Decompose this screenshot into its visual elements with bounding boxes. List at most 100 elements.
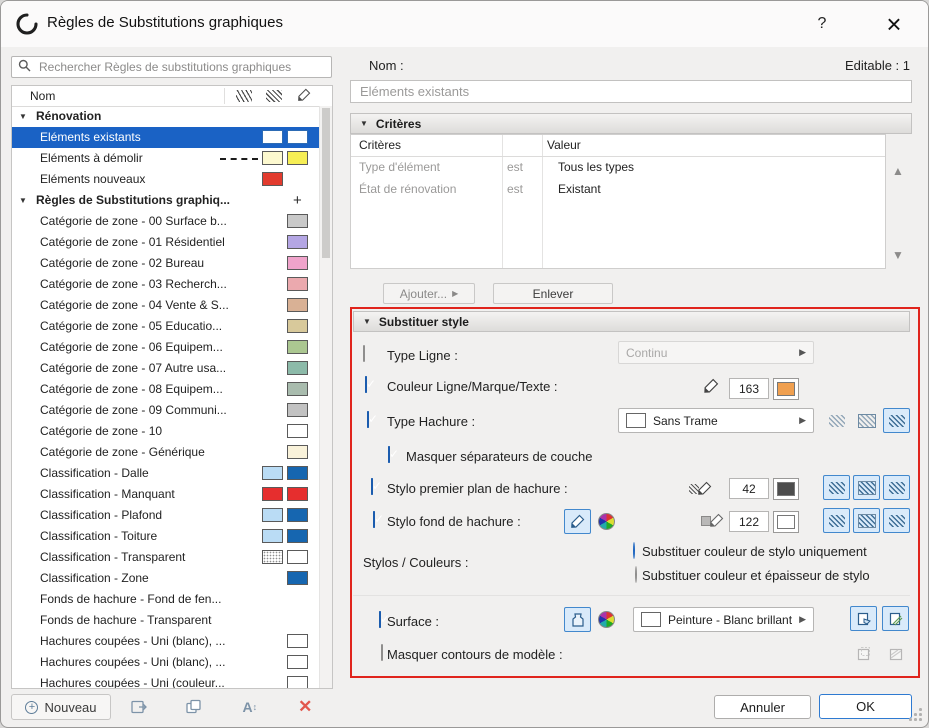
search-box[interactable] xyxy=(11,56,332,78)
list-item-row[interactable]: Catégorie de zone - 09 Communi... xyxy=(12,400,320,421)
surface-checkbox[interactable] xyxy=(379,611,381,628)
list-item-row[interactable]: Catégorie de zone - 03 Recherch... xyxy=(12,274,320,295)
close-button[interactable]: × xyxy=(875,6,913,42)
list-header[interactable]: Nom xyxy=(12,86,332,107)
line-pen-color-button[interactable] xyxy=(773,378,799,400)
list-item-row[interactable]: Eléments à démolir xyxy=(12,148,320,169)
surface-value: Peinture - Blanc brillant xyxy=(668,612,793,627)
add-rule-button[interactable]: + xyxy=(293,190,302,211)
color-swatch xyxy=(262,487,283,501)
criteria-row[interactable]: État de rénovation est Existant xyxy=(351,179,885,200)
surface-3d-toggle[interactable] xyxy=(850,606,877,631)
new-rule-button[interactable]: + Nouveau xyxy=(11,694,111,720)
list-item-row[interactable]: Catégorie de zone - 10 xyxy=(12,421,320,442)
override-section-header[interactable]: ▼ Substituer style xyxy=(353,311,910,332)
surface-dropdown[interactable]: Peinture - Blanc brillant ▶ xyxy=(633,607,814,632)
criteria-value[interactable]: Tous les types xyxy=(558,157,634,178)
list-item-row[interactable]: Fonds de hachure - Transparent xyxy=(12,610,320,631)
line-pen-number-input[interactable] xyxy=(729,378,769,399)
list-scrollbar[interactable] xyxy=(319,106,332,688)
fg-pen-number-input[interactable] xyxy=(729,478,769,499)
resize-grip[interactable] xyxy=(908,707,922,721)
list-item-row[interactable]: Eléments nouveaux xyxy=(12,169,320,190)
list-item-row[interactable]: Eléments existants xyxy=(12,127,320,148)
help-button[interactable]: ? xyxy=(809,12,835,36)
rule-name-input[interactable] xyxy=(350,80,912,103)
list-item-row[interactable]: Hachures coupées - Uni (blanc), ... xyxy=(12,652,320,673)
list-item-row[interactable]: Catégorie de zone - 01 Résidentiel xyxy=(12,232,320,253)
remove-criteria-button[interactable]: Enlever xyxy=(493,283,613,304)
search-input[interactable] xyxy=(37,59,325,75)
line-type-checkbox[interactable] xyxy=(363,345,365,362)
list-item-row[interactable]: Catégorie de zone - 06 Equipem... xyxy=(12,337,320,358)
list-item-row[interactable]: Hachures coupées - Uni (blanc), ... xyxy=(12,631,320,652)
rename-button[interactable]: A ↕ xyxy=(237,695,263,719)
pen-set-button[interactable] xyxy=(564,509,591,534)
list-item-row[interactable]: Classification - Zone xyxy=(12,568,320,589)
name-column-header[interactable]: Nom xyxy=(30,89,55,103)
hide-contours-3d-toggle[interactable] xyxy=(850,641,877,666)
surface-catalog-button[interactable] xyxy=(564,607,591,632)
cover-fill-toggle[interactable] xyxy=(883,408,910,433)
criteria-row[interactable]: Type d'élément est Tous les types xyxy=(351,157,885,178)
list-item-row[interactable]: Classification - Toiture xyxy=(12,526,320,547)
list-item-row[interactable]: Catégorie de zone - 04 Vente & S... xyxy=(12,295,320,316)
move-up-button[interactable]: ▲ xyxy=(892,164,904,178)
list-item-row[interactable]: Catégorie de zone - 00 Surface b... xyxy=(12,211,320,232)
bg-pen-checkbox[interactable] xyxy=(373,511,375,528)
draft-fill-toggle[interactable] xyxy=(823,508,850,533)
criteria-value[interactable]: Existant xyxy=(558,179,601,200)
fg-pen-checkbox[interactable] xyxy=(371,478,373,495)
bg-pen-color-button[interactable] xyxy=(773,511,799,533)
hide-contours-section-toggle[interactable] xyxy=(882,641,909,666)
cut-fill-toggle[interactable] xyxy=(853,508,880,533)
bg-pen-number-input[interactable] xyxy=(729,511,769,532)
list-item-row[interactable]: Classification - Plafond xyxy=(12,505,320,526)
surface-section-toggle[interactable] xyxy=(882,606,909,631)
draft-fill-toggle[interactable] xyxy=(823,408,850,433)
value-column-header[interactable]: Valeur xyxy=(547,135,581,156)
list-item-row[interactable]: Catégorie de zone - 08 Equipem... xyxy=(12,379,320,400)
draft-fill-toggle[interactable] xyxy=(823,475,850,500)
color-wheel-icon[interactable] xyxy=(598,513,615,530)
add-criteria-button[interactable]: Ajouter... ▶ xyxy=(383,283,475,304)
cancel-button[interactable]: Annuler xyxy=(714,695,811,719)
delete-button[interactable]: ✕ xyxy=(292,695,318,719)
hide-skin-separators-checkbox[interactable] xyxy=(388,446,390,463)
color-wheel-icon[interactable] xyxy=(598,611,615,628)
line-color-checkbox[interactable] xyxy=(365,376,367,393)
list-group-row[interactable]: ▼ Rénovation xyxy=(12,106,320,127)
list-item-row[interactable]: Fonds de hachure - Fond de fen... xyxy=(12,589,320,610)
criteria-section-header[interactable]: ▼ Critères xyxy=(350,113,912,134)
cut-fill-toggle[interactable] xyxy=(853,475,880,500)
scrollbar-thumb[interactable] xyxy=(322,108,330,258)
list-item-row[interactable]: Catégorie de zone - 02 Bureau xyxy=(12,253,320,274)
cover-fill-toggle[interactable] xyxy=(883,475,910,500)
list-item-row[interactable]: Catégorie de zone - 05 Educatio... xyxy=(12,316,320,337)
list-group-row[interactable]: ▼ Règles de Substitutions graphiq... + xyxy=(12,190,320,211)
fill-type-checkbox[interactable] xyxy=(367,411,369,428)
collapse-triangle-icon[interactable]: ▼ xyxy=(19,106,27,127)
list-item-row[interactable]: Classification - Manquant xyxy=(12,484,320,505)
pen-color-weight-radio[interactable] xyxy=(635,566,637,583)
fill-type-dropdown[interactable]: Sans Trame ▶ xyxy=(618,408,814,433)
list-item-row[interactable]: Catégorie de zone - Générique xyxy=(12,442,320,463)
list-item-row[interactable]: Catégorie de zone - 07 Autre usa... xyxy=(12,358,320,379)
criteria-operator: est xyxy=(507,160,524,174)
list-item-row[interactable]: Classification - Transparent xyxy=(12,547,320,568)
pen-color-only-radio[interactable] xyxy=(633,542,635,559)
list-item-row[interactable]: Hachures coupées - Uni (couleur... xyxy=(12,673,320,688)
list-item-row[interactable]: Classification - Dalle xyxy=(12,463,320,484)
color-swatch xyxy=(287,634,308,648)
move-down-button[interactable]: ▼ xyxy=(892,248,904,262)
cut-fill-toggle[interactable] xyxy=(853,408,880,433)
collapse-triangle-icon: ▼ xyxy=(360,119,368,128)
ok-button[interactable]: OK xyxy=(819,694,912,719)
cover-fill-toggle[interactable] xyxy=(883,508,910,533)
fg-pen-color-button[interactable] xyxy=(773,478,799,500)
collapse-triangle-icon[interactable]: ▼ xyxy=(19,190,27,211)
duplicate-button[interactable] xyxy=(181,695,207,719)
hide-contours-checkbox[interactable] xyxy=(381,644,383,661)
criteria-column-header[interactable]: Critères xyxy=(359,135,401,156)
transfer-settings-button[interactable] xyxy=(126,695,152,719)
